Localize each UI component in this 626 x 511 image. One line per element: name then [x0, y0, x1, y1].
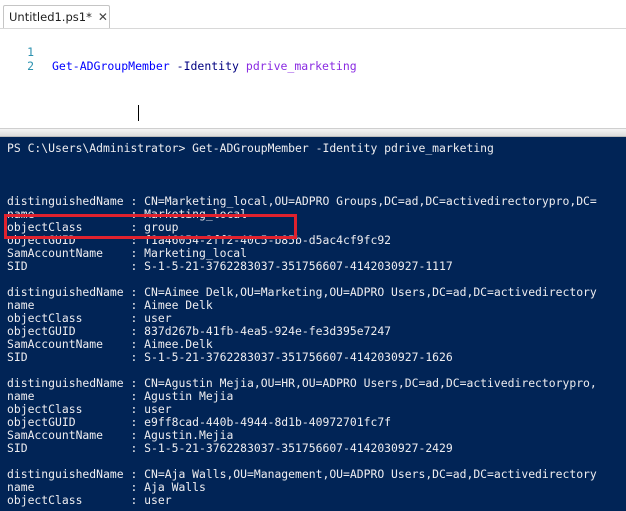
output-line: SID : S-1-5-21-3762283037-351756607-4142… — [7, 441, 453, 455]
script-tab-bar: Untitled1.ps1* ✕ — [0, 0, 626, 29]
editor-line-1: 1 Get-ADGroupMember -Identity pdrive_mar… — [0, 31, 357, 73]
output-line: objectClass : user — [7, 493, 172, 507]
console-pane[interactable]: PS C:\Users\Administrator> Get-ADGroupMe… — [0, 137, 626, 511]
text-cursor-icon — [138, 105, 139, 121]
highlight-box — [4, 214, 297, 239]
parameter-token: -Identity — [176, 59, 239, 73]
tab-untitled1[interactable]: Untitled1.ps1* ✕ — [3, 5, 110, 28]
close-icon[interactable]: ✕ — [98, 10, 108, 24]
pane-splitter[interactable] — [0, 128, 626, 137]
output-line: SID : S-1-5-21-3762283037-351756607-4142… — [7, 350, 453, 364]
tab-title: Untitled1.ps1* — [9, 10, 92, 24]
output-line: SID : S-1-5-21-3762283037-351756607-4142… — [7, 259, 453, 273]
code-text: Get-ADGroupMember -Identity pdrive_marke… — [52, 59, 357, 73]
console-prompt: PS C:\Users\Administrator> Get-ADGroupMe… — [7, 141, 494, 155]
editor-line-2: 2 — [0, 45, 34, 73]
argument-token: pdrive_marketing — [245, 59, 357, 73]
cmdlet-token: Get-ADGroupMember — [52, 59, 170, 73]
script-editor[interactable]: 1 Get-ADGroupMember -Identity pdrive_mar… — [0, 29, 626, 128]
line-number: 2 — [27, 59, 34, 73]
